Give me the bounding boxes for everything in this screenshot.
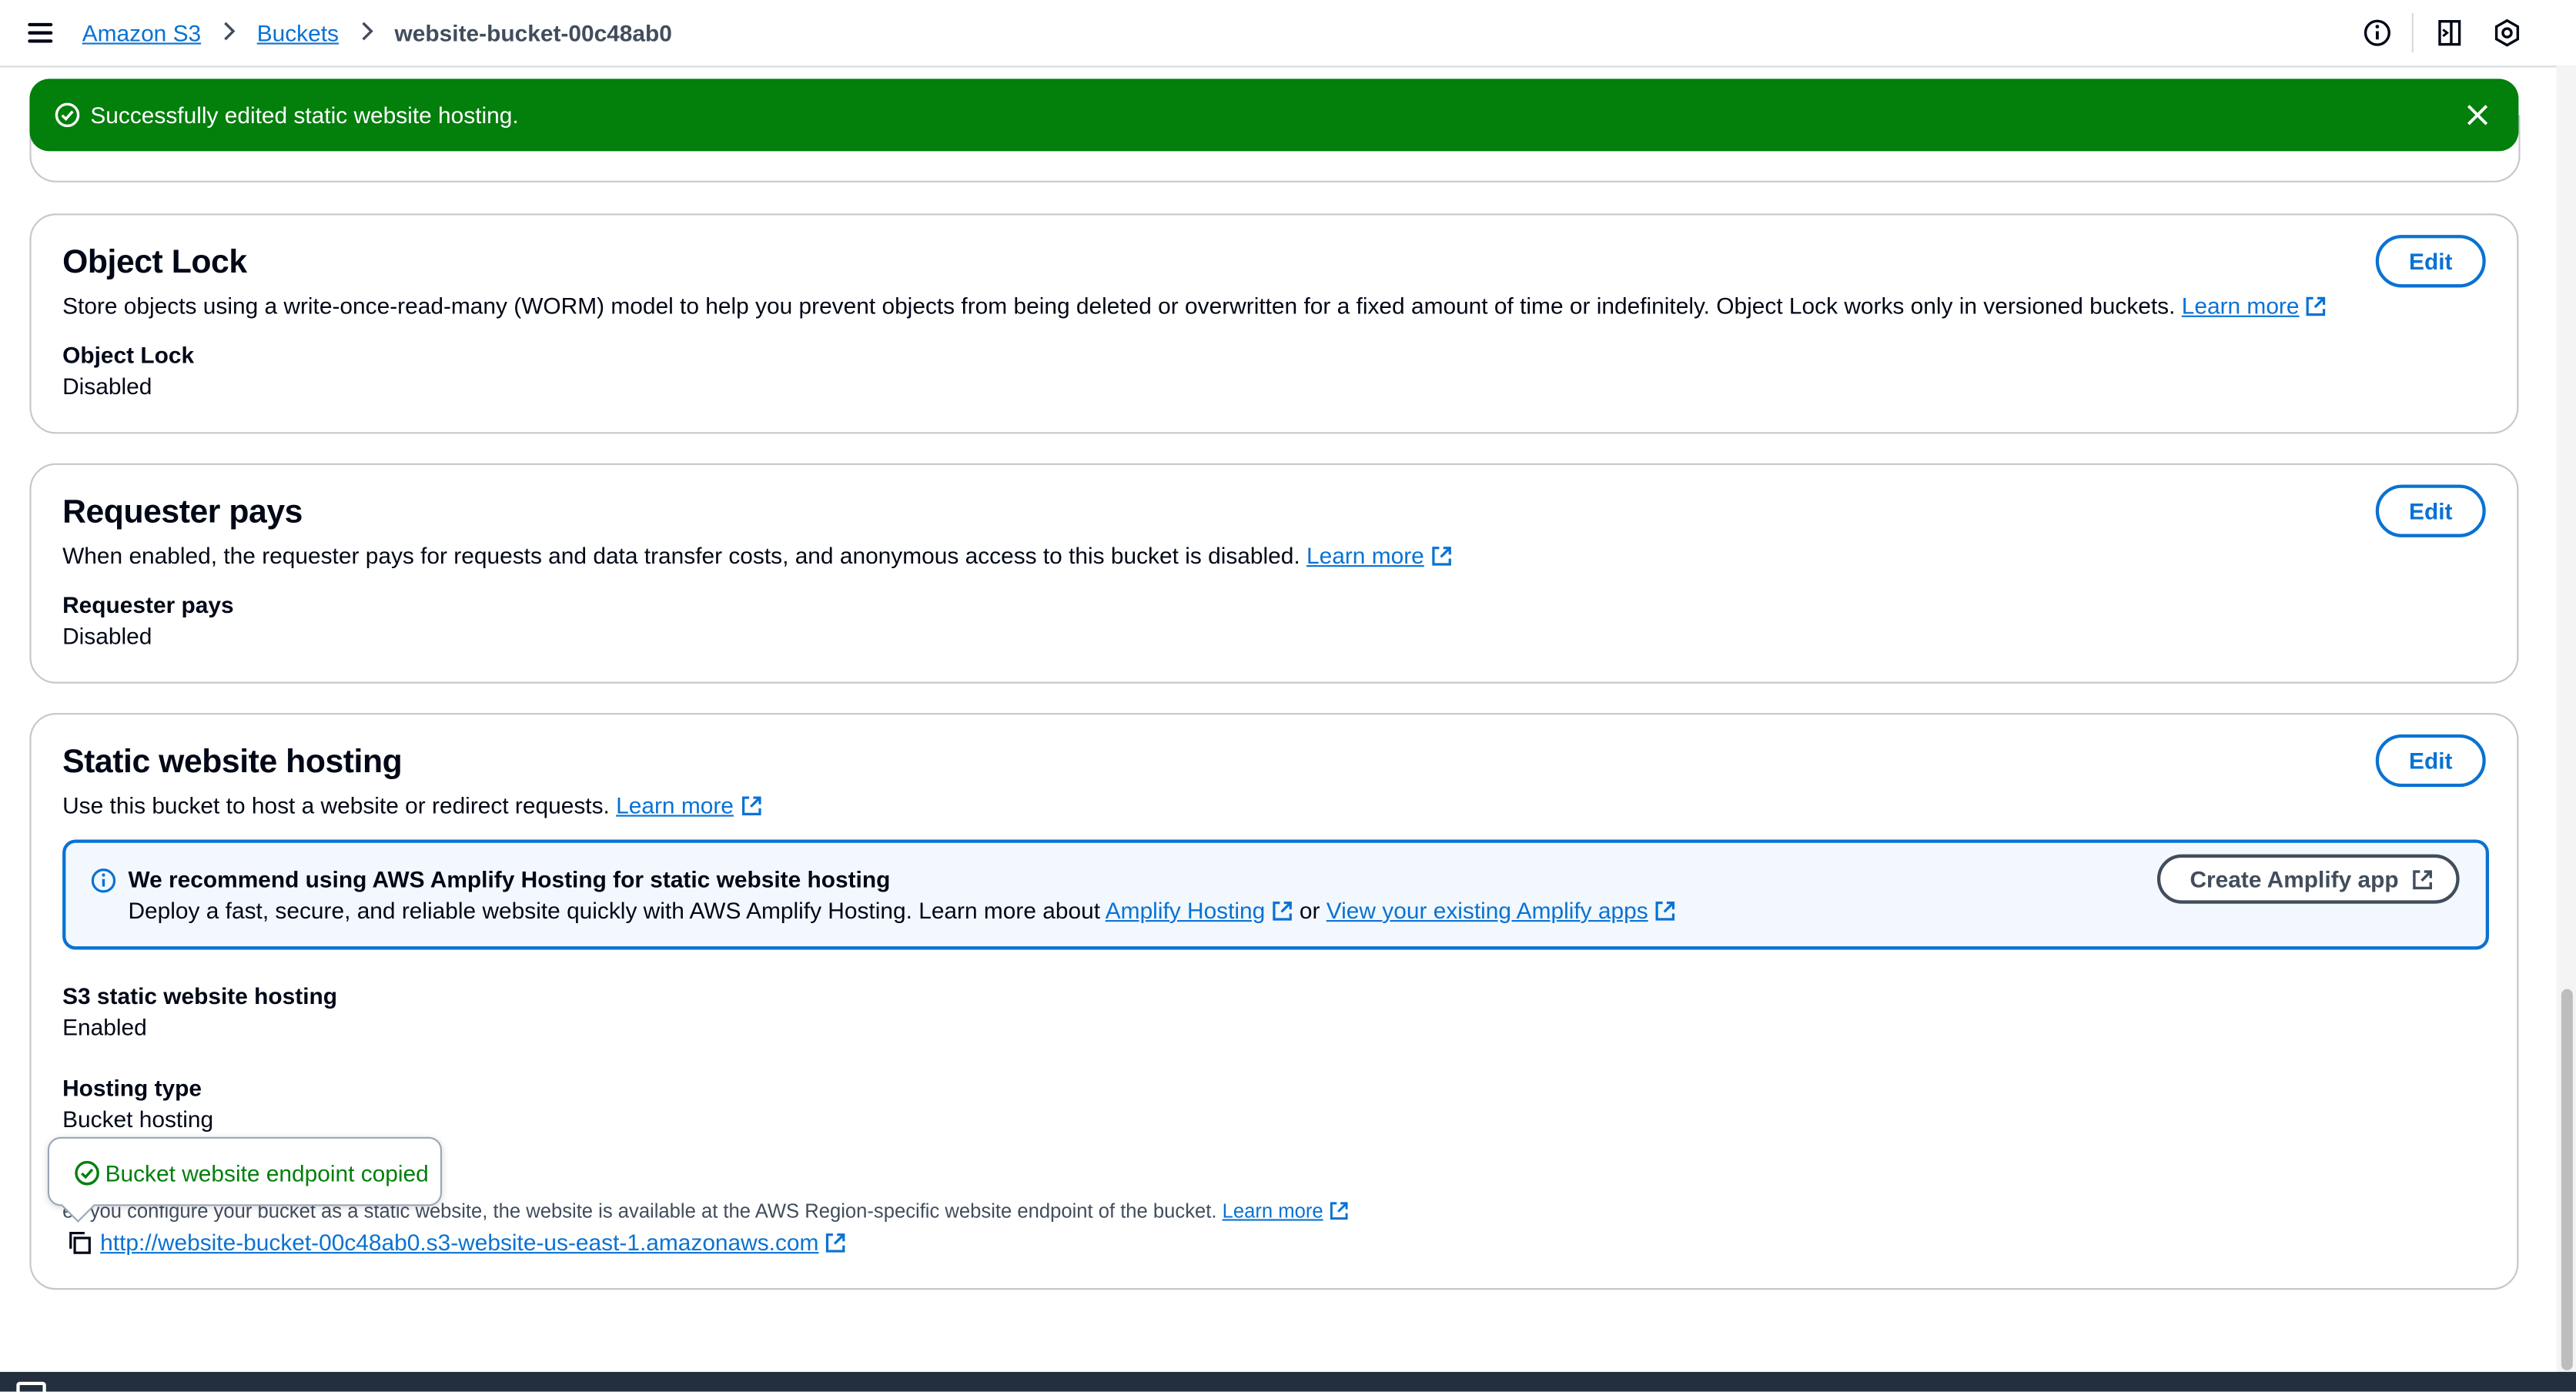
amplify-info-heading: We recommend using AWS Amplify Hosting f… [128, 865, 891, 892]
info-icon[interactable] [2363, 18, 2392, 47]
breadcrumb: Amazon S3 Buckets website-bucket-00c48ab… [82, 20, 672, 46]
breadcrumb-link-buckets[interactable]: Buckets [257, 20, 339, 46]
hosting-type-label: Hosting type [62, 1074, 202, 1101]
cloudshell-panel-icon[interactable] [2435, 18, 2464, 47]
static-hosting-learn-more-link[interactable]: Learn more [616, 792, 761, 818]
success-check-icon [55, 102, 80, 128]
view-amplify-apps-link[interactable]: View your existing Amplify apps [1326, 897, 1676, 923]
learn-more-text: Learn more [1222, 1199, 1323, 1223]
hosting-type-value: Bucket hosting [62, 1106, 214, 1133]
create-amplify-app-label: Create Amplify app [2190, 865, 2399, 892]
object-lock-title: Object Lock [62, 244, 247, 281]
learn-more-text: Learn more [1306, 542, 1424, 569]
chevron-right-icon [224, 22, 236, 41]
breadcrumb-link-amazon-s3[interactable]: Amazon S3 [82, 20, 201, 46]
scrollbar-thumb[interactable] [2561, 989, 2573, 1370]
amplify-hosting-link-text: Amplify Hosting [1105, 897, 1266, 924]
bucket-endpoint-url: http://website-bucket-00c48ab0.s3-websit… [100, 1229, 819, 1256]
bucket-endpoint-link[interactable]: http://website-bucket-00c48ab0.s3-websit… [100, 1229, 847, 1255]
static-hosting-description-text: Use this bucket to host a website or red… [62, 791, 610, 818]
object-lock-edit-button[interactable]: Edit [2375, 235, 2486, 288]
requester-pays-description: When enabled, the requester pays for req… [62, 542, 1452, 568]
requester-pays-title: Requester pays [62, 494, 303, 531]
flash-message: Successfully edited static website hosti… [90, 102, 519, 129]
requester-pays-card: Requester pays Edit When enabled, the re… [29, 463, 2519, 684]
close-icon[interactable] [2466, 103, 2489, 126]
or-text: or [1299, 897, 1320, 924]
external-link-icon [826, 1233, 846, 1253]
s3-hosting-value: Enabled [62, 1013, 147, 1040]
chevron-right-icon [362, 22, 374, 41]
static-hosting-description: Use this bucket to host a website or red… [62, 792, 761, 818]
static-hosting-title: Static website hosting [62, 744, 403, 781]
static-hosting-edit-button[interactable]: Edit [2375, 734, 2486, 788]
endpoint-row: http://website-bucket-00c48ab0.s3-websit… [67, 1229, 846, 1255]
external-link-icon [2413, 870, 2432, 890]
toolbar-divider [2411, 13, 2414, 53]
hamburger-menu-icon[interactable] [28, 22, 53, 43]
amplify-hosting-link[interactable]: Amplify Hosting [1106, 897, 1293, 923]
breadcrumb-current: website-bucket-00c48ab0 [394, 19, 672, 46]
external-link-icon [1273, 902, 1292, 921]
amplify-info-body-text: Deploy a fast, secure, and reliable webs… [128, 897, 1101, 924]
external-link-icon [2307, 296, 2327, 316]
endpoint-learn-more-link[interactable]: Learn more [1223, 1200, 1350, 1223]
requester-pays-field-value: Disabled [62, 622, 152, 649]
requester-pays-learn-more-link[interactable]: Learn more [1306, 542, 1452, 568]
requester-pays-field-label: Requester pays [62, 591, 234, 618]
s3-hosting-label: S3 static website hosting [62, 982, 338, 1009]
object-lock-card: Object Lock Edit Store objects using a w… [29, 213, 2519, 434]
app-root: Amazon S3 Buckets website-bucket-00c48ab… [0, 0, 2576, 1392]
object-lock-description: Store objects using a write-once-read-ma… [62, 293, 2327, 319]
external-link-icon [1330, 1202, 1349, 1220]
amplify-info-alert: We recommend using AWS Amplify Hosting f… [62, 839, 2490, 950]
console-footer [0, 1371, 2576, 1392]
object-lock-field-value: Disabled [62, 373, 152, 400]
requester-pays-description-text: When enabled, the requester pays for req… [62, 542, 1300, 569]
settings-gear-icon[interactable] [2492, 18, 2521, 47]
object-lock-learn-more-link[interactable]: Learn more [2182, 293, 2327, 319]
create-amplify-app-button[interactable]: Create Amplify app [2156, 854, 2460, 904]
learn-more-text: Learn more [2181, 292, 2300, 319]
learn-more-text: Learn more [616, 791, 734, 818]
copy-icon[interactable] [67, 1230, 92, 1254]
requester-pays-edit-button[interactable]: Edit [2375, 484, 2486, 537]
info-circle-icon [91, 868, 116, 893]
cloudshell-icon[interactable] [16, 1381, 46, 1392]
amplify-info-body: Deploy a fast, secure, and reliable webs… [128, 897, 1676, 923]
copied-popover: Bucket website endpoint copied [47, 1136, 443, 1223]
object-lock-description-text: Store objects using a write-once-read-ma… [62, 292, 2176, 319]
external-link-icon [741, 796, 761, 815]
success-check-icon [75, 1160, 99, 1186]
success-flashbar: Successfully edited static website hosti… [29, 79, 2519, 152]
top-bar: Amazon S3 Buckets website-bucket-00c48ab… [0, 0, 2576, 68]
external-link-icon [1431, 547, 1451, 566]
external-link-icon [1655, 902, 1675, 921]
popover-message: Bucket website endpoint copied [105, 1159, 429, 1186]
view-amplify-apps-link-text: View your existing Amplify apps [1326, 897, 1648, 924]
object-lock-field-label: Object Lock [62, 341, 195, 369]
